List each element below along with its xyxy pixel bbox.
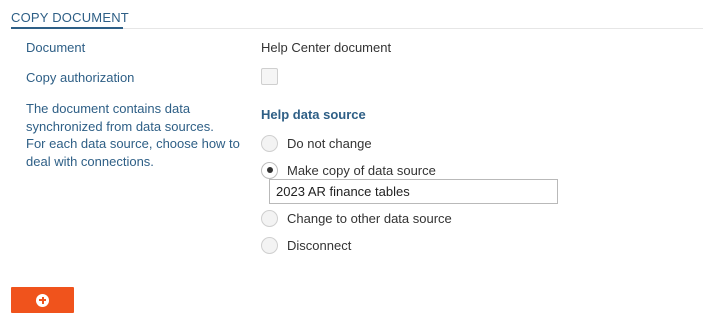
add-button[interactable] <box>11 287 74 313</box>
data-source-group-title: Help data source <box>261 107 366 122</box>
copy-document-page: COPY DOCUMENT Document Help Center docum… <box>0 0 714 323</box>
option-label: Make copy of data source <box>287 162 436 178</box>
option-disconnect[interactable]: Disconnect <box>261 236 351 254</box>
radio-disconnect[interactable] <box>261 236 278 254</box>
option-change-source[interactable]: Change to other data source <box>261 209 452 227</box>
option-label: Change to other data source <box>287 210 452 226</box>
copy-authorization-checkbox[interactable] <box>261 68 278 85</box>
radio-do-not-change[interactable] <box>261 134 278 152</box>
description-line: synchronized from data sources. <box>26 118 214 134</box>
document-label: Document <box>26 40 86 55</box>
section-title: COPY DOCUMENT <box>11 10 129 25</box>
document-value: Help Center document <box>261 40 392 55</box>
plus-circle-icon <box>36 293 49 307</box>
option-label: Do not change <box>287 135 372 151</box>
description-line: deal with connections. <box>26 153 154 169</box>
section-title-underline <box>11 27 123 29</box>
option-do-not-change[interactable]: Do not change <box>261 134 372 152</box>
description-line: For each data source, choose how to <box>26 136 240 151</box>
copy-name-input[interactable] <box>269 179 558 204</box>
description-line: The document contains data <box>26 101 191 116</box>
data-source-description: The document contains data synchronized … <box>26 100 256 170</box>
radio-make-copy[interactable] <box>261 161 278 179</box>
option-label: Disconnect <box>287 237 352 253</box>
copy-authorization-label: Copy authorization <box>26 70 135 85</box>
radio-change-source[interactable] <box>261 209 278 227</box>
option-make-copy[interactable]: Make copy of data source <box>261 161 436 179</box>
